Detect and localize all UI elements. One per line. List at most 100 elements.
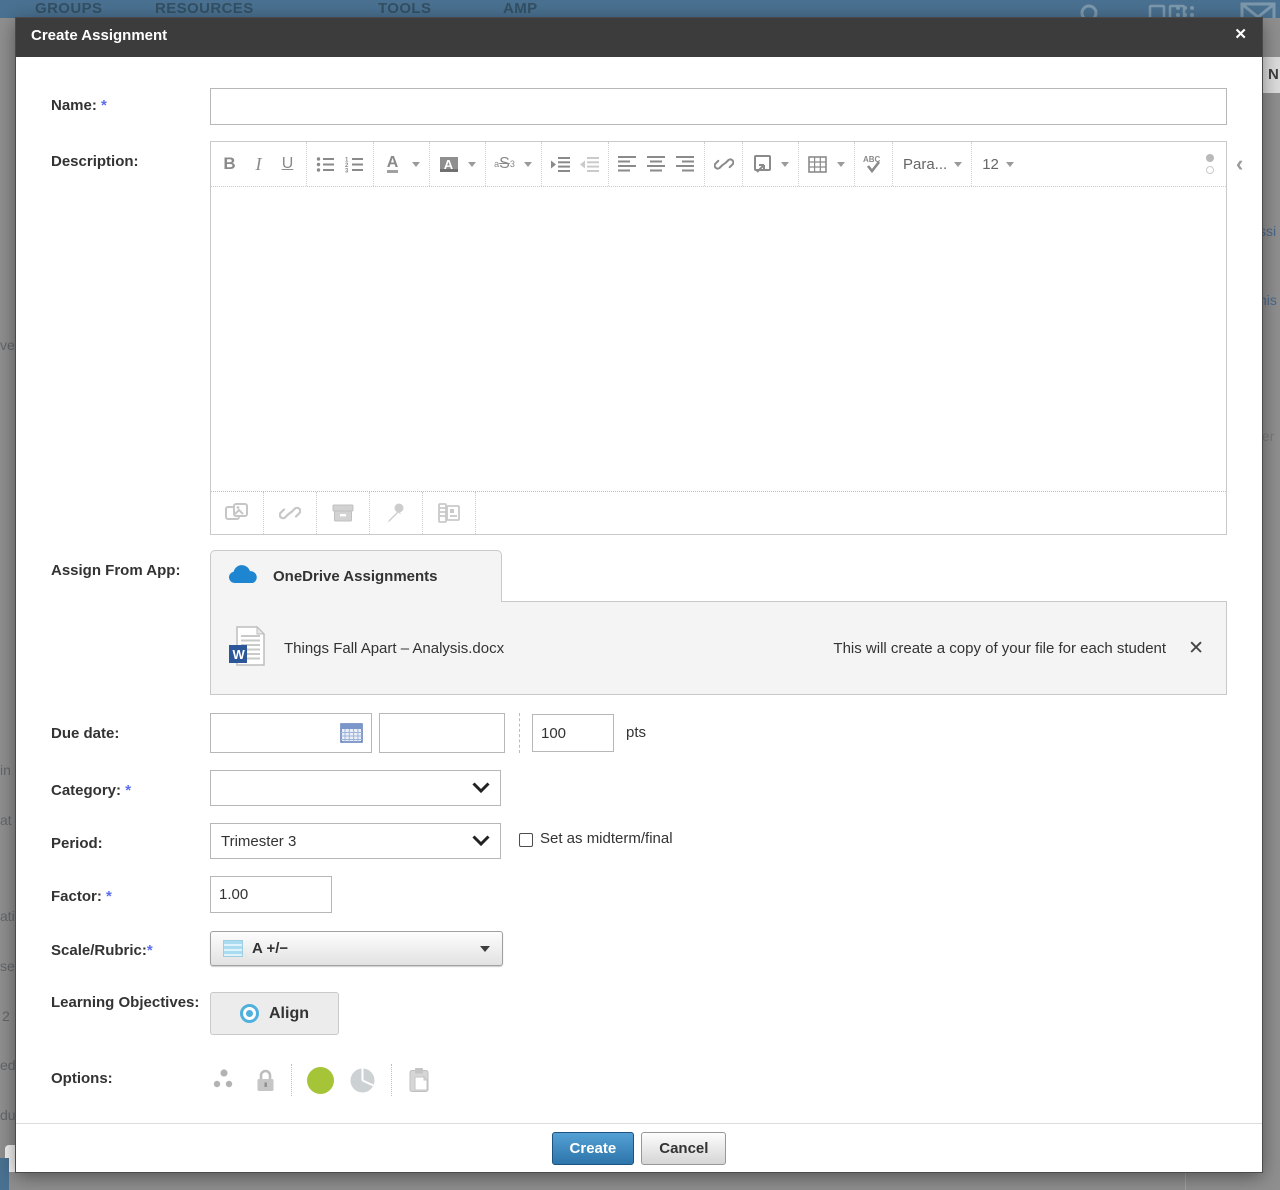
points-unit-label: pts [626,724,646,741]
category-label: Category: * [51,780,209,801]
subscript-glyph: 3 [510,159,515,169]
toolbar-dot-inactive [1206,166,1214,174]
tab-onedrive-assignments[interactable]: OneDrive Assignments [210,550,502,602]
close-icon[interactable]: ✕ [1234,27,1247,42]
word-letter: W [233,647,246,662]
modal-title: Create Assignment [31,27,167,44]
text-style-icon[interactable]: aS3 [490,142,519,186]
description-textarea[interactable] [211,187,1226,492]
name-label: Name: * [51,95,209,116]
cancel-button[interactable]: Cancel [641,1132,726,1165]
highlight-color-icon[interactable]: A [440,157,458,172]
insert-link-icon[interactable] [709,142,738,186]
scale-rubric-label: Scale/Rubric:* [51,940,209,961]
font-size-value[interactable]: 12 [976,156,1001,173]
search-icon[interactable] [1078,2,1104,18]
underline-icon[interactable]: U [273,142,302,186]
font-color-dropdown-icon[interactable] [412,162,420,167]
midterm-final-checkbox[interactable] [519,833,533,847]
points-input[interactable] [532,714,614,752]
due-time-input[interactable] [379,713,505,753]
align-button-label: Align [269,1005,309,1023]
outdent-icon[interactable] [575,142,604,186]
apps-grid-icon[interactable] [1170,2,1200,18]
chevron-down-icon [472,833,490,850]
resources-archive-icon[interactable] [317,492,370,534]
spellcheck-icon[interactable]: ABC [859,142,888,186]
midterm-final-label: Set as midterm/final [540,830,673,847]
due-date-divider [519,713,520,753]
italic-icon[interactable]: I [244,142,273,186]
background-fragment: se [0,958,15,974]
factor-input[interactable] [210,876,332,913]
create-assignment-modal: Create Assignment ✕ Name: * Description:… [16,18,1262,1172]
numbered-list-icon[interactable]: 123 [340,142,369,186]
strikethrough-glyph: S [499,155,510,173]
nav-item-resources[interactable]: RESOURCES [155,0,254,17]
insert-table-icon[interactable] [803,142,832,186]
lock-icon[interactable] [255,1068,276,1093]
align-objectives-button[interactable]: Align [210,992,339,1035]
editor-bottom-toolbar [211,492,1226,534]
insert-table-dropdown-icon[interactable] [837,162,845,167]
align-right-icon[interactable] [671,142,700,186]
paragraph-format-dropdown-icon[interactable] [954,162,962,167]
onedrive-tab-label: OneDrive Assignments [273,568,438,585]
insert-resource-grid-icon[interactable] [423,492,476,534]
create-button[interactable]: Create [552,1132,635,1165]
insert-content-icon[interactable] [747,142,776,186]
svg-text:3: 3 [345,168,349,173]
paragraph-format-value[interactable]: Para... [897,156,949,173]
options-label: Options: [51,1068,209,1089]
bold-icon[interactable]: B [215,142,244,186]
grade-statistics-pie-icon[interactable] [349,1067,376,1094]
record-audio-icon[interactable] [370,492,423,534]
messages-envelope-icon[interactable] [1240,2,1276,18]
scale-rubric-select[interactable]: A +/− [210,931,503,966]
assign-from-app-label: Assign From App: [51,560,209,581]
background-fragment: er [1262,428,1274,444]
background-fragment: ve [0,337,15,353]
nav-item-amp[interactable]: AMP [503,0,538,17]
collapse-toolbar-icon[interactable]: ‹ [1236,151,1243,177]
background-frame-corner [0,1158,9,1190]
background-fragment: du [0,1107,16,1123]
description-editor[interactable]: B I U 123 A A aS3 [210,141,1227,535]
individually-assign-icon[interactable] [212,1067,240,1093]
toolbar-dot-active [1206,154,1214,162]
due-date-label: Due date: [51,723,209,744]
attach-link-icon[interactable] [264,492,317,534]
period-label: Period: [51,833,209,854]
modal-header: Create Assignment ✕ [16,18,1262,57]
description-label: Description: [51,151,209,172]
nav-item-groups[interactable]: GROUPS [35,0,102,17]
top-navbar: GROUPS RESOURCES TOOLS AMP [0,0,1280,18]
onedrive-file-panel: W Things Fall Apart – Analysis.docx This… [210,601,1227,695]
insert-image-icon[interactable] [211,492,264,534]
copy-to-courses-clipboard-icon[interactable] [407,1067,432,1094]
font-color-icon[interactable]: A [387,155,399,173]
highlight-color-dropdown-icon[interactable] [468,162,476,167]
published-status-icon[interactable] [307,1067,334,1094]
remove-file-icon[interactable]: ✕ [1188,637,1204,660]
align-left-icon[interactable] [613,142,642,186]
factor-label: Factor: * [51,886,209,907]
text-style-dropdown-icon[interactable] [524,162,532,167]
insert-content-dropdown-icon[interactable] [781,162,789,167]
bullet-list-icon[interactable] [311,142,340,186]
chevron-down-icon [480,946,490,952]
calendar-icon[interactable] [340,723,363,748]
toolbar-page-toggle-icon[interactable] [1194,142,1226,186]
indent-icon[interactable] [546,142,575,186]
nav-item-tools[interactable]: TOOLS [378,0,431,17]
options-row [212,1062,432,1098]
background-fragment: in [0,762,11,778]
target-icon [240,1004,259,1023]
name-input[interactable] [210,88,1227,125]
category-select[interactable] [210,770,501,806]
align-center-icon[interactable] [642,142,671,186]
period-select[interactable]: Trimester 3 [210,823,501,859]
word-document-icon: W [229,625,266,672]
learning-objectives-label: Learning Objectives: [51,992,209,1013]
font-size-dropdown-icon[interactable] [1006,162,1014,167]
